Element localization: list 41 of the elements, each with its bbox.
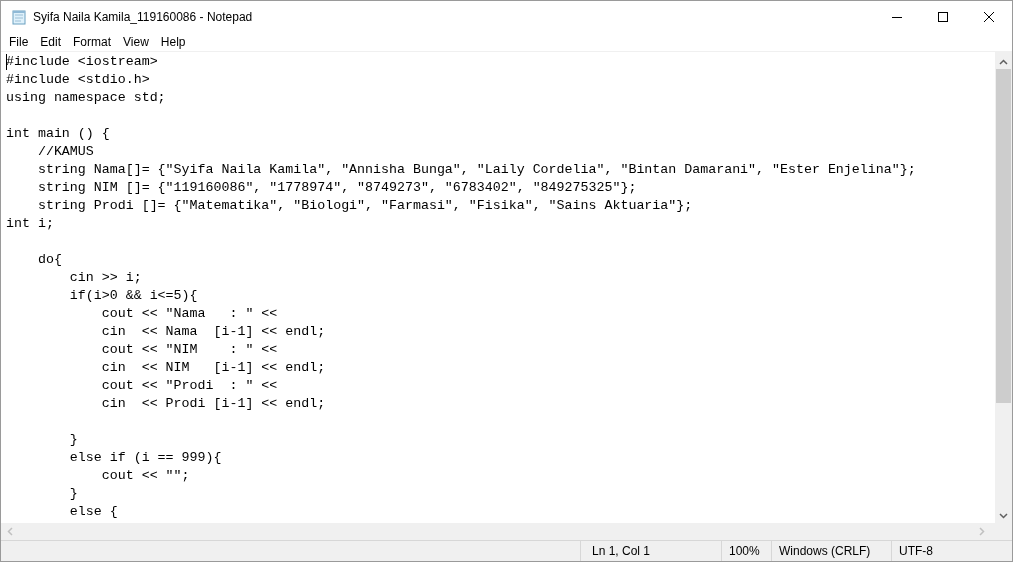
code-line: string Nama[]= {"Syifa Naila Kamila", "Annisha Bunga", "Laily Cordelia", "Bintan Damarani", "Ester Enjelina"}; [36,162,916,177]
scroll-left-icon[interactable] [7,527,13,536]
code-line: string Prodi []= {"Matematika", "Biologi", "Farmasi", "Fisika", "Sains Aktuaria"}; [36,198,693,213]
cursor-position: Ln 1, Col 1 [592,543,651,560]
code-line: } [68,432,78,447]
menu-item[interactable]: Edit [34,32,68,51]
scroll-down-icon[interactable] [999,513,1008,519]
code-line: //KAMUS [36,144,94,159]
code-line: cin << NIM [i-1] << endl; [100,360,326,375]
code-line: string NIM []= {"119160086", "1778974", "8749273", "6783402", "849275325"}; [36,180,637,195]
close-icon [984,11,994,22]
code-line: cout << "Nama : " << [100,306,278,321]
encoding: UTF-8 [899,543,933,560]
code-line: int main () { [6,126,110,141]
scrollbar-thumb[interactable] [996,69,1011,403]
code-line: cout << ""; [100,468,190,483]
scroll-up-icon[interactable] [999,59,1008,65]
code-line: cout << "Prodi : " << [100,378,278,393]
code-line: else { [68,504,118,519]
code-line: if(i>0 && i<=5){ [68,288,198,303]
zoom-level: 100% [729,543,760,560]
code-line: cin >> i; [68,270,142,285]
line-ending: Windows (CRLF) [779,543,871,560]
code-line: else if (i == 999){ [68,450,222,465]
menu-item[interactable]: File [3,32,35,51]
code-line: do{ [36,252,62,267]
code-line: #include <iostream> [6,54,158,69]
menu-item[interactable]: View [117,32,155,51]
code-line: cin << Nama [i-1] << endl; [100,324,326,339]
menu-item[interactable]: Help [154,32,192,51]
code-line: cin << Prodi [i-1] << endl; [100,396,326,411]
scroll-right-icon[interactable] [979,527,985,536]
code-line: #include <stdio.h> [6,72,150,87]
notepad-icon [11,8,27,25]
code-line: cout << "NIM : " << [100,342,278,357]
code-line: } [68,486,78,501]
window-title: Syifa Naila Kamila_119160086 - Notepad [33,8,253,26]
code-line: int i; [6,216,54,231]
menu-item[interactable]: Format [67,32,118,51]
code-line: using namespace std; [6,90,166,105]
maximize-icon [938,11,948,22]
